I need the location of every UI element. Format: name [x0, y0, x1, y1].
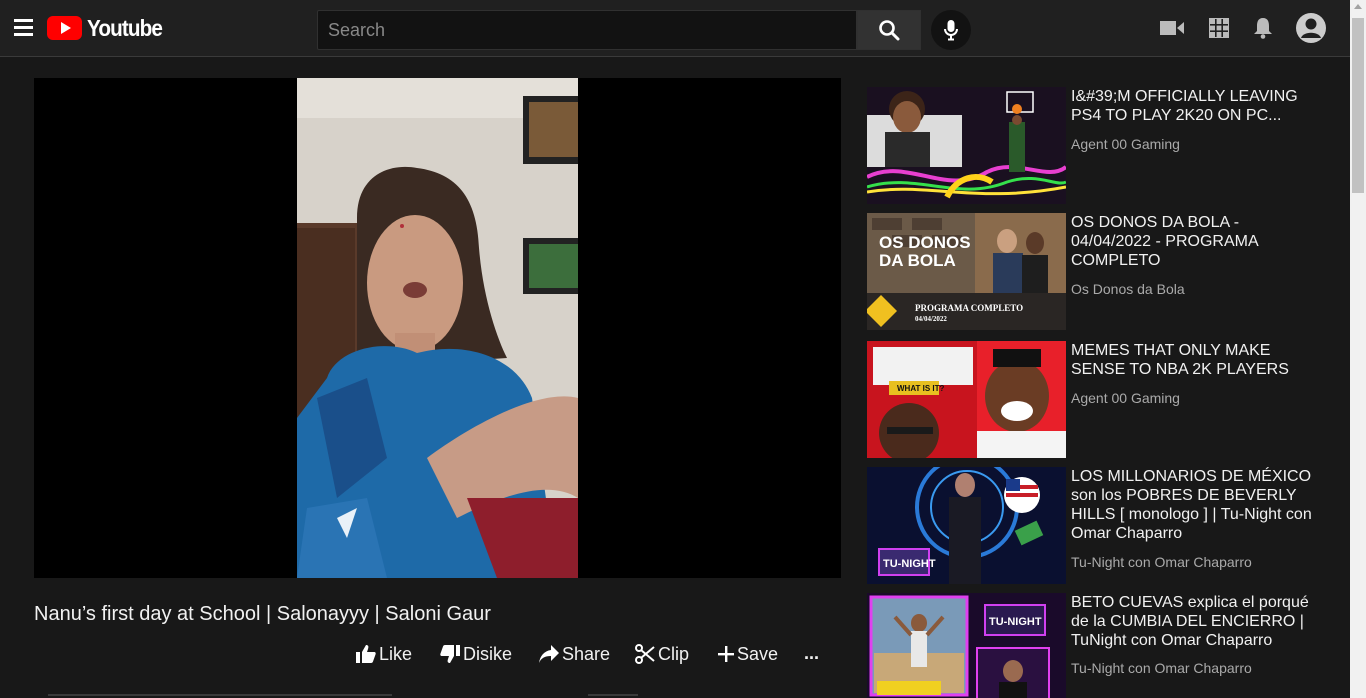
thumbs-down-icon — [440, 645, 460, 663]
recommended-video[interactable]: TU-NIGHT LOS MILLONARIOS DE MÉXICO son l… — [867, 467, 1327, 584]
recommended-video-title: I&#39;M OFFICIALLY LEAVING PS4 TO PLAY 2… — [1071, 88, 1298, 124]
account-avatar-icon — [1296, 13, 1326, 43]
video-title: Nanu’s first day at School | Salonayyy |… — [34, 603, 491, 625]
dislike-button[interactable]: Disike — [440, 641, 512, 667]
divider — [588, 694, 638, 696]
clip-button[interactable]: Clip — [635, 641, 689, 667]
video-frame-image — [297, 78, 578, 578]
create-video-button[interactable] — [1158, 14, 1186, 42]
top-bar: Youtube — [0, 0, 1350, 57]
video-frame — [297, 78, 578, 578]
video-thumbnail: TU-NIGHT — [867, 467, 1066, 584]
mic-icon — [944, 20, 958, 41]
notifications-button[interactable] — [1249, 14, 1277, 42]
search-icon — [879, 20, 900, 41]
recommended-video-title: BETO CUEVAS explica el porqué de la CUMB… — [1071, 594, 1309, 649]
recommended-video-channel: Tu-Night con Omar Chaparro — [1071, 660, 1252, 676]
save-button[interactable]: Save — [718, 641, 778, 667]
clip-label: Clip — [658, 643, 690, 664]
search-input[interactable] — [317, 10, 857, 50]
account-button[interactable] — [1295, 12, 1327, 44]
apps-grid-icon — [1209, 18, 1229, 38]
recommended-video-channel: Agent 00 Gaming — [1071, 390, 1180, 406]
search-button[interactable] — [857, 10, 921, 50]
thumb-text: TU-NIGHT — [989, 616, 1042, 628]
like-label: Like — [379, 643, 413, 664]
create-video-icon — [1160, 21, 1184, 35]
recommended-video[interactable]: WHAT IS IT? MEMES THAT ONLY MAKE SENSE T… — [867, 341, 1327, 458]
apps-button[interactable] — [1205, 14, 1233, 42]
share-arrow-icon — [539, 645, 559, 663]
thumb-text: OS DONOS — [879, 233, 971, 252]
recommended-video-channel: Os Donos da Bola — [1071, 281, 1185, 297]
video-thumbnail: TU-NIGHT — [867, 593, 1066, 698]
menu-icon[interactable] — [14, 19, 33, 36]
voice-search-button[interactable] — [931, 10, 971, 50]
video-thumbnail: WHAT IS IT? — [867, 341, 1066, 458]
dislike-label: Disike — [463, 643, 513, 664]
recommended-video-channel: Tu-Night con Omar Chaparro — [1071, 554, 1252, 570]
thumb-text: TU-NIGHT — [883, 558, 936, 570]
youtube-logo[interactable]: Youtube — [47, 14, 170, 42]
recommended-video-channel: Agent 00 Gaming — [1071, 136, 1180, 152]
thumb-text: 04/04/2022 — [915, 315, 947, 323]
scroll-thumb[interactable] — [1352, 18, 1364, 193]
youtube-play-icon — [47, 16, 82, 40]
page-scrollbar[interactable] — [1350, 0, 1366, 698]
thumbs-up-icon — [356, 645, 376, 663]
thumb-text: PROGRAMA COMPLETO — [915, 303, 1023, 313]
logo-text: Youtube — [87, 14, 163, 41]
save-label: Save — [737, 643, 779, 664]
recommended-video[interactable]: OS DONOS DA BOLA PROGRAMA COMPLETO 04/04… — [867, 213, 1327, 330]
thumb-text: WHAT IS IT? — [897, 384, 945, 393]
like-button[interactable]: Like — [356, 641, 412, 667]
thumb-text: DA BOLA — [879, 251, 956, 270]
more-actions-button[interactable]: ... — [804, 640, 819, 666]
more-actions-icon: ... — [804, 642, 820, 663]
share-button[interactable]: Share — [539, 641, 610, 667]
recommended-video[interactable]: TU-NIGHT BETO CUEVAS explica el porqué d… — [867, 593, 1327, 698]
notifications-bell-icon — [1254, 18, 1272, 39]
recommended-video-title: OS DONOS DA BOLA - 04/04/2022 - PROGRAMA… — [1071, 214, 1258, 269]
divider — [48, 694, 392, 696]
recommended-video-title: MEMES THAT ONLY MAKE SENSE TO NBA 2K PLA… — [1071, 342, 1289, 378]
video-thumbnail: OS DONOS DA BOLA PROGRAMA COMPLETO 04/04… — [867, 213, 1066, 330]
recommended-video-title: LOS MILLONARIOS DE MÉXICO son los POBRES… — [1071, 468, 1312, 542]
video-player[interactable] — [34, 78, 841, 578]
scissors-icon — [635, 644, 655, 664]
plus-icon — [718, 646, 734, 662]
scroll-up-arrow-icon[interactable] — [1354, 4, 1362, 9]
share-label: Share — [562, 643, 611, 664]
video-thumbnail — [867, 87, 1066, 204]
recommended-video[interactable]: I&#39;M OFFICIALLY LEAVING PS4 TO PLAY 2… — [867, 87, 1327, 204]
